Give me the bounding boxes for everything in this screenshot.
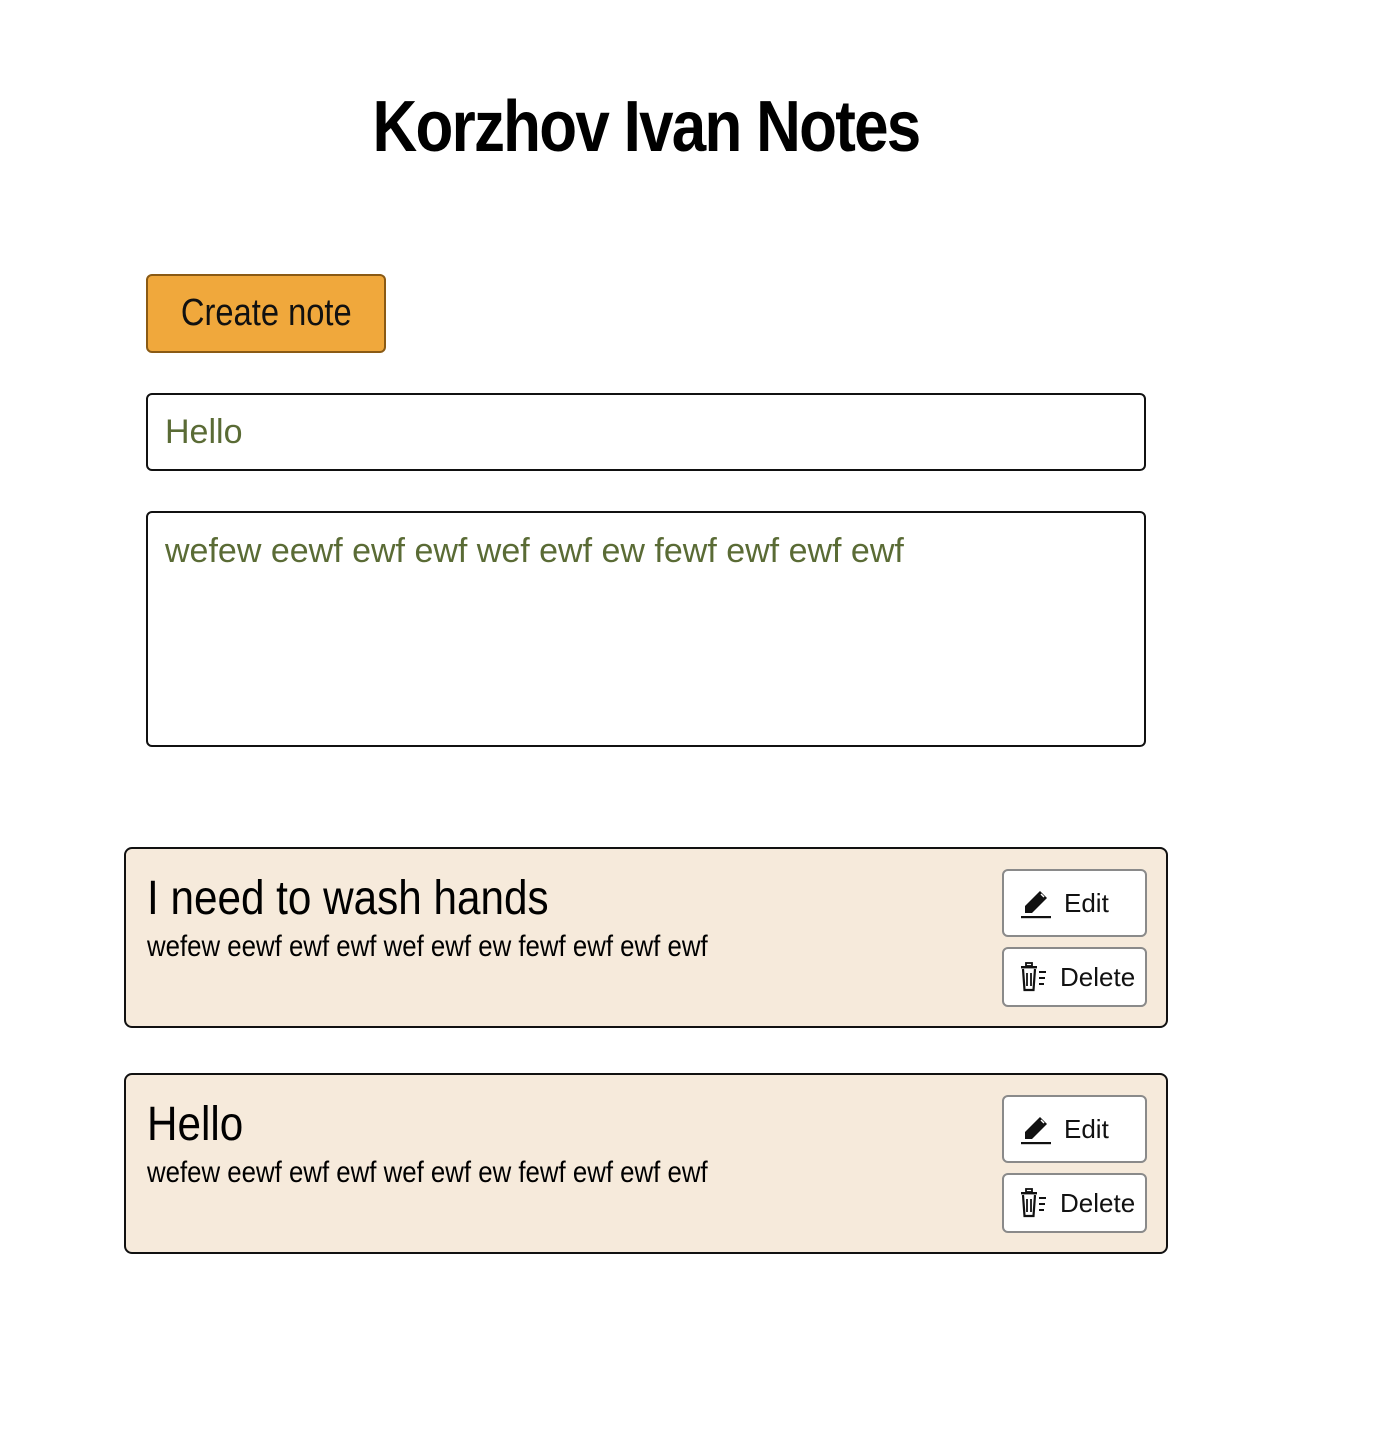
notes-page: Korzhov Ivan Notes Create note wefew eew… <box>0 0 1382 1442</box>
delete-label: Delete <box>1060 961 1136 992</box>
note-card: I need to wash hands wefew eewf ewf ewf … <box>124 847 1168 1028</box>
delete-label: Delete <box>1060 1187 1136 1218</box>
note-card: Hello wefew eewf ewf ewf wef ewf ew fewf… <box>124 1073 1168 1254</box>
note-text-input[interactable]: wefew eewf ewf ewf wef ewf ew fewf ewf e… <box>146 511 1146 747</box>
create-note-label: Create note <box>180 292 352 334</box>
delete-button[interactable]: Delete <box>1002 1173 1147 1233</box>
edit-label: Edit <box>1064 1113 1109 1144</box>
pencil-icon <box>1020 1113 1052 1145</box>
trash-icon <box>1020 961 1048 993</box>
note-title-input[interactable] <box>146 393 1146 471</box>
delete-button[interactable]: Delete <box>1002 947 1147 1007</box>
note-text: wefew eewf ewf ewf wef ewf ew fewf ewf e… <box>147 1156 708 1189</box>
note-title: I need to wash hands <box>147 872 549 925</box>
create-note-button[interactable]: Create note <box>146 274 386 353</box>
note-title: Hello <box>147 1098 244 1151</box>
page-title: Korzhov Ivan Notes <box>372 87 921 167</box>
trash-icon <box>1020 1187 1048 1219</box>
note-text: wefew eewf ewf ewf wef ewf ew fewf ewf e… <box>147 930 708 963</box>
edit-label: Edit <box>1064 887 1109 918</box>
edit-button[interactable]: Edit <box>1002 1095 1147 1163</box>
pencil-icon <box>1020 887 1052 919</box>
edit-button[interactable]: Edit <box>1002 869 1147 937</box>
